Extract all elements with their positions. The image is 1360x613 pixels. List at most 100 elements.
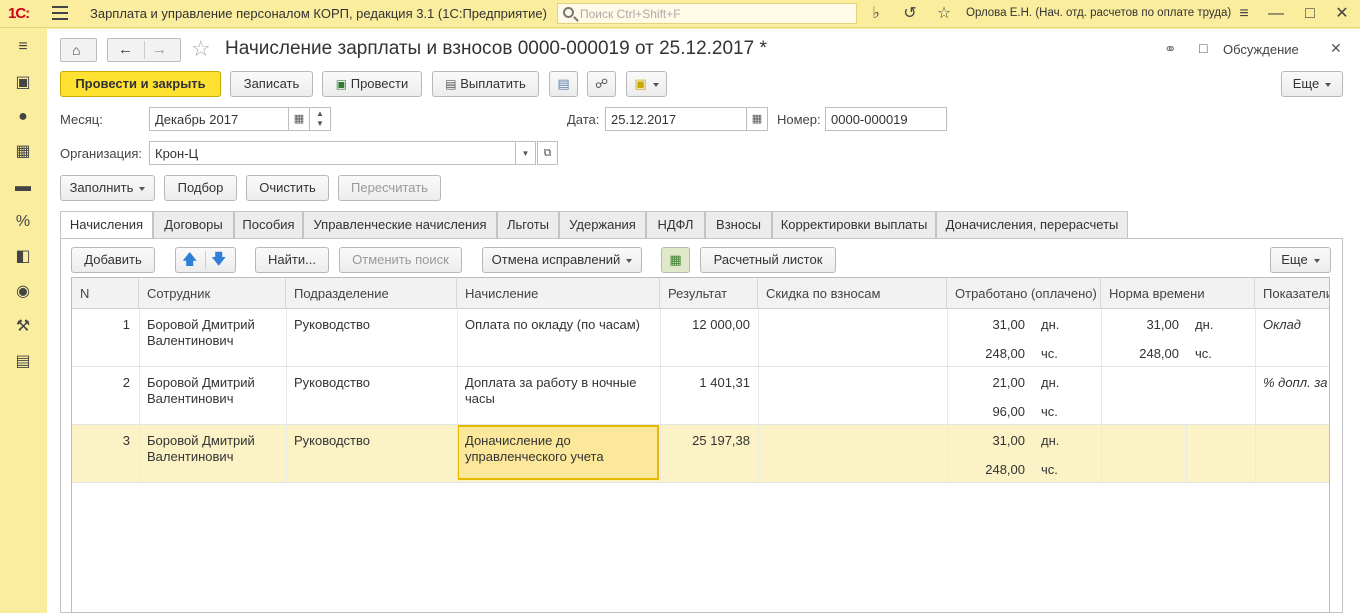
- tab-recalculations[interactable]: Доначисления, перерасчеты: [936, 211, 1128, 239]
- favorites-star-icon[interactable]: ☆: [934, 4, 954, 24]
- tab-accruals[interactable]: Начисления: [60, 211, 153, 240]
- print-list-button[interactable]: ▤: [549, 71, 578, 97]
- tab-payment-corrections[interactable]: Корректировки выплаты: [772, 211, 936, 239]
- menu-icon[interactable]: ≡: [13, 37, 33, 57]
- cancel-corrections-button[interactable]: Отмена исправлений: [482, 247, 642, 273]
- date-field[interactable]: 25.12.2017: [605, 107, 747, 131]
- title-bar: 1С: Зарплата и управление персоналом КОР…: [0, 0, 1360, 28]
- chevron-down-icon: ▼: [521, 149, 530, 158]
- tab-contracts[interactable]: Договоры: [153, 211, 234, 239]
- minimize-icon[interactable]: —: [1266, 4, 1286, 24]
- post-and-close-button[interactable]: Провести и закрыть: [60, 71, 221, 97]
- discussion-icon[interactable]: □: [1199, 40, 1207, 56]
- move-down-icon[interactable]: 🡇: [211, 248, 226, 272]
- number-label: Номер:: [777, 112, 821, 127]
- recalculate-button[interactable]: Пересчитать: [338, 175, 441, 201]
- gift-icon[interactable]: ▣: [13, 73, 33, 93]
- back-arrow-icon[interactable]: ←: [118, 41, 133, 58]
- discussion-link[interactable]: Обсуждение: [1223, 42, 1299, 57]
- link-icon[interactable]: ⚭: [1164, 40, 1177, 58]
- accrual-type-line2: часы: [465, 391, 495, 406]
- employee-patronymic: Валентинович: [147, 449, 234, 464]
- table-row-selected[interactable]: 3 Боровой Дмитрий Валентинович Руководст…: [72, 425, 1329, 483]
- pay-button[interactable]: ▤ Выплатить: [432, 71, 539, 97]
- history-icon[interactable]: ↺: [900, 4, 920, 24]
- settings-wrench-icon[interactable]: ⚒: [13, 317, 33, 337]
- department: Руководство: [294, 375, 370, 390]
- month-field[interactable]: Декабрь 2017: [149, 107, 289, 131]
- number-field[interactable]: 0000-000019: [825, 107, 947, 131]
- settings-menu-icon[interactable]: ≡: [1234, 4, 1254, 24]
- tab-deductions[interactable]: Удержания: [559, 211, 646, 239]
- add-row-button[interactable]: Добавить: [71, 247, 155, 273]
- more-actions-button[interactable]: Еще: [1281, 71, 1343, 97]
- create-based-icon: ▣: [634, 76, 647, 91]
- forward-arrow-icon[interactable]: →: [152, 41, 167, 58]
- reports-icon[interactable]: ◧: [13, 247, 33, 267]
- accrual-type-line2: управленческого учета: [465, 449, 604, 464]
- col-result[interactable]: Результат: [660, 278, 758, 309]
- favorite-star-icon[interactable]: ☆: [191, 36, 211, 62]
- grid-more-button[interactable]: Еще: [1270, 247, 1331, 273]
- row-number: 2: [122, 375, 130, 390]
- calculator-icon[interactable]: ▦: [13, 142, 33, 162]
- pick-button[interactable]: Подбор: [164, 175, 237, 201]
- col-indicators[interactable]: Показатели: [1255, 278, 1329, 309]
- cancel-search-button[interactable]: Отменить поиск: [339, 247, 462, 273]
- payslip-button[interactable]: Расчетный листок: [700, 247, 836, 273]
- result-amount: 1 401,31: [699, 375, 750, 390]
- home-icon: ⌂: [72, 42, 81, 58]
- show-details-toggle[interactable]: ▦: [661, 247, 690, 273]
- main-menu-icon[interactable]: [52, 6, 68, 20]
- col-worked[interactable]: Отработано (оплачено): [947, 278, 1101, 309]
- tab-management-accruals[interactable]: Управленческие начисления: [303, 211, 497, 239]
- current-user[interactable]: Орлова Е.Н. (Нач. отд. расчетов по оплат…: [966, 7, 1231, 19]
- organization-field[interactable]: Крон-Ц: [149, 141, 516, 165]
- close-window-icon[interactable]: ✕: [1332, 4, 1352, 24]
- month-calendar-button[interactable]: ▦: [288, 107, 310, 131]
- bell-icon[interactable]: ♭: [866, 4, 886, 24]
- taxes-percent-icon[interactable]: %: [13, 212, 33, 232]
- accruals-table[interactable]: N Сотрудник Подразделение Начисление Рез…: [71, 277, 1330, 613]
- tab-benefits[interactable]: Пособия: [234, 211, 303, 239]
- app-logo: 1С:: [8, 5, 30, 22]
- organization-dropdown-button[interactable]: ▼: [515, 141, 536, 165]
- post-button[interactable]: ▣ Провести: [322, 71, 422, 97]
- save-button[interactable]: Записать: [230, 71, 313, 97]
- accrual-type: Оплата по окладу (по часам): [465, 317, 640, 332]
- close-form-icon[interactable]: ✕: [1330, 40, 1342, 57]
- management-icon[interactable]: ◉: [13, 282, 33, 302]
- col-contribution-discount[interactable]: Скидка по взносам: [758, 278, 947, 309]
- tab-ndfl[interactable]: НДФЛ: [646, 211, 705, 239]
- home-button[interactable]: ⌂: [60, 38, 97, 62]
- search-input[interactable]: Поиск Ctrl+Shift+F: [557, 3, 857, 24]
- worked-hours-unit: чс.: [1041, 404, 1058, 419]
- col-number[interactable]: N: [72, 278, 139, 309]
- date-calendar-button[interactable]: ▦: [746, 107, 768, 131]
- fill-button[interactable]: Заполнить: [60, 175, 155, 201]
- employee-name: Боровой Дмитрий: [147, 433, 255, 448]
- worked-hours-unit: чс.: [1041, 346, 1058, 361]
- admin-icon[interactable]: ▤: [13, 352, 33, 372]
- move-up-icon[interactable]: 🡅: [182, 248, 197, 272]
- indicator: % допл. за: [1263, 375, 1328, 390]
- col-employee[interactable]: Сотрудник: [139, 278, 286, 309]
- tab-contributions[interactable]: Взносы: [705, 211, 772, 239]
- tab-privileges[interactable]: Льготы: [497, 211, 559, 239]
- payments-icon[interactable]: ▬: [13, 177, 33, 197]
- table-row[interactable]: 2 Боровой Дмитрий Валентинович Руководст…: [72, 367, 1329, 425]
- table-row[interactable]: 1 Боровой Дмитрий Валентинович Руководст…: [72, 309, 1329, 367]
- maximize-icon[interactable]: □: [1300, 4, 1320, 24]
- attach-files-button[interactable]: ☍: [587, 71, 616, 97]
- employee-patronymic: Валентинович: [147, 333, 234, 348]
- personnel-icon[interactable]: ●: [13, 107, 33, 127]
- col-department[interactable]: Подразделение: [286, 278, 457, 309]
- clear-button[interactable]: Очистить: [246, 175, 329, 201]
- norm-days: 31,00: [1146, 317, 1179, 332]
- col-time-norm[interactable]: Норма времени: [1101, 278, 1255, 309]
- organization-open-button[interactable]: ⧉: [537, 141, 558, 165]
- create-based-on-button[interactable]: ▣: [626, 71, 667, 97]
- month-stepper[interactable]: ▲ ▼: [309, 107, 331, 131]
- col-accrual[interactable]: Начисление: [457, 278, 660, 309]
- find-button[interactable]: Найти...: [255, 247, 329, 273]
